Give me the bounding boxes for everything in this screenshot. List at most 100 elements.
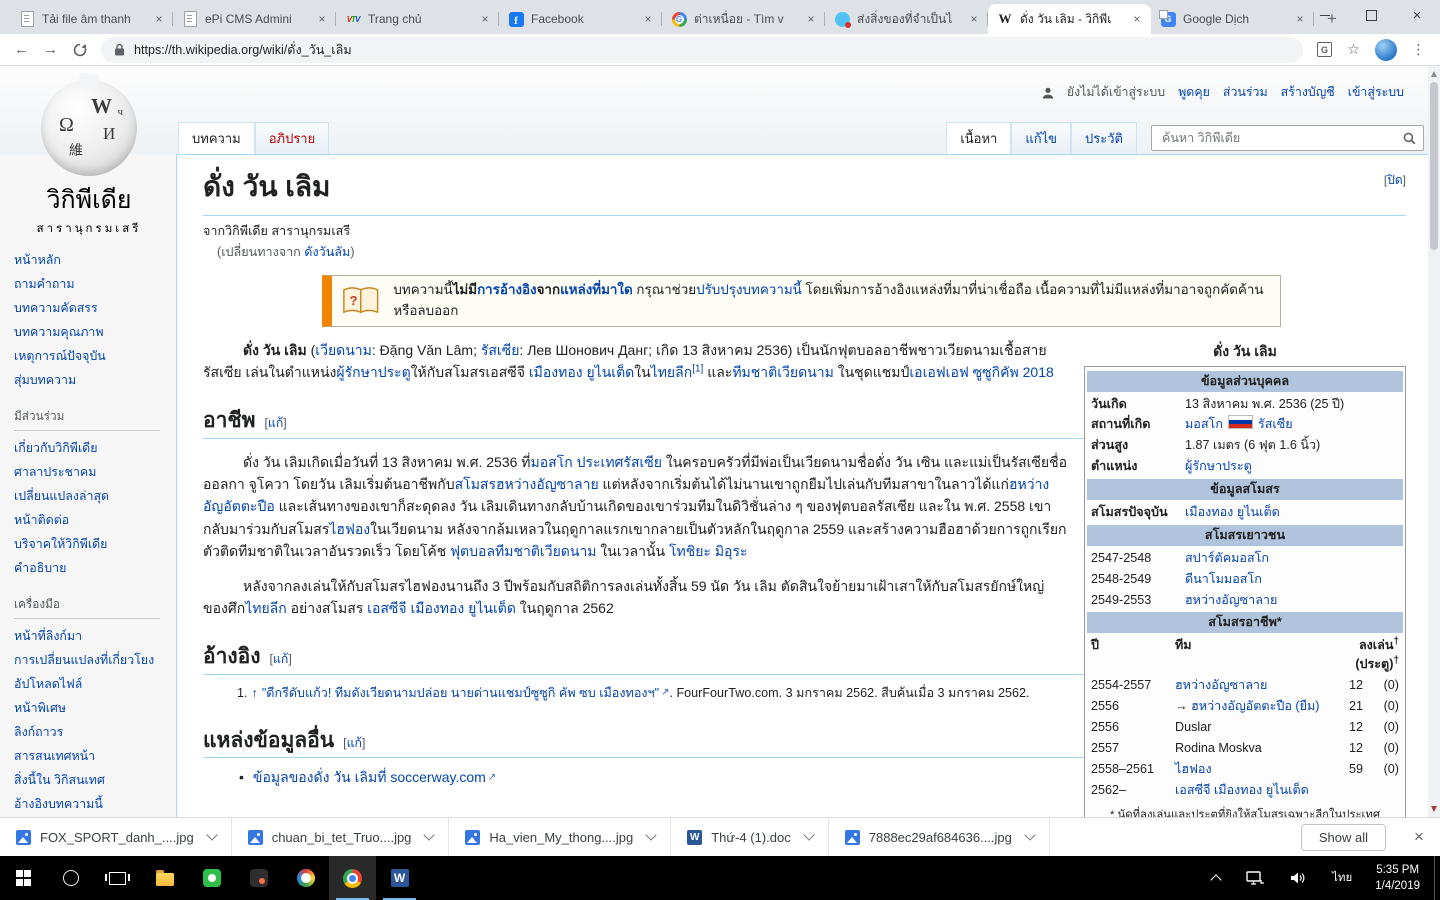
forward-button[interactable]: → bbox=[37, 36, 64, 63]
wiki-link[interactable]: ผู้รักษาประตู bbox=[336, 364, 410, 380]
download-item[interactable]: chuan_bi_tet_Truo....jpg bbox=[232, 818, 450, 856]
show-all-downloads-button[interactable]: Show all bbox=[1301, 824, 1386, 851]
sidebar-link[interactable]: ถามคำถาม bbox=[14, 272, 176, 296]
pinned-app-green-button[interactable] bbox=[188, 856, 235, 900]
browser-tab[interactable]: VTV Trang chủ × bbox=[336, 4, 499, 34]
wiki-link[interactable]: มอสโก bbox=[1185, 417, 1223, 431]
sidebar-link[interactable]: หน้าติดต่อ bbox=[14, 508, 176, 532]
external-ref-link[interactable]: "ดีกรีดับแก้ว! ทีมดังเวียดนามปล่อย นายด่… bbox=[262, 686, 659, 700]
tab-close-icon[interactable]: × bbox=[477, 11, 493, 27]
chevron-down-icon[interactable] bbox=[203, 828, 221, 846]
download-item[interactable]: W Thứ-4 (1).doc bbox=[671, 818, 829, 856]
wiki-link[interactable]: แหล่งที่มาใด bbox=[560, 282, 633, 297]
chevron-down-icon[interactable] bbox=[420, 828, 438, 846]
file-explorer-button[interactable] bbox=[141, 856, 188, 900]
wiki-link[interactable]: ดีนาโมมอสโก bbox=[1185, 572, 1262, 586]
cortana-button[interactable] bbox=[47, 856, 94, 900]
tab-close-icon[interactable]: × bbox=[803, 11, 819, 27]
wiki-link[interactable]: รัสเซีย bbox=[481, 342, 520, 358]
contributions-link[interactable]: ส่วนร่วม bbox=[1223, 83, 1268, 102]
sidebar-link[interactable]: หน้าพิเศษ bbox=[14, 696, 176, 720]
sidebar-link[interactable]: อ้างอิงบทความนี้ bbox=[14, 792, 176, 816]
browser-tab[interactable]: Tải file âm thanh × bbox=[10, 4, 173, 34]
translate-page-icon[interactable]: G bbox=[1311, 36, 1338, 63]
search-box[interactable] bbox=[1151, 125, 1424, 151]
bookmark-star-icon[interactable]: ☆ bbox=[1340, 36, 1367, 63]
address-bar[interactable]: https://th.wikipedia.org/wiki/ดั่ง_วัน_เ… bbox=[101, 37, 1303, 63]
wiki-link[interactable]: ฮหว่างอัญซาลาย bbox=[1175, 678, 1267, 692]
tab-history[interactable]: ประวัติ bbox=[1071, 122, 1137, 154]
edit-section-link[interactable]: แก้ bbox=[268, 416, 283, 430]
wiki-link[interactable]: เอสซีจี เมืองทอง ยูไนเต็ด bbox=[367, 600, 516, 616]
scrollbar-thumb[interactable] bbox=[1430, 82, 1438, 250]
profile-avatar[interactable] bbox=[1375, 39, 1397, 61]
sidebar-link[interactable]: บทความคุณภาพ bbox=[14, 320, 176, 344]
search-input[interactable] bbox=[1160, 130, 1403, 146]
browser-tab[interactable]: ส่งสิ่งของที่จำเป็นไ × bbox=[825, 4, 988, 34]
download-item[interactable]: Ha_vien_My_thong....jpg bbox=[449, 818, 671, 856]
browser-tab[interactable]: ต่าเหนื่อย - Tìm v × bbox=[662, 4, 825, 34]
browser-tab[interactable]: G Google Dịch × bbox=[1151, 4, 1314, 34]
network-tray-button[interactable] bbox=[1233, 856, 1277, 900]
tab-discussion[interactable]: อภิปราย bbox=[255, 122, 330, 154]
wiki-link[interactable]: ฟุตบอลทีมชาติเวียดนาม bbox=[450, 543, 596, 559]
wiki-link[interactable]: ไฮฟอง bbox=[1175, 762, 1212, 776]
wiki-link[interactable]: เมืองทอง ยูไนเต็ด bbox=[1185, 505, 1280, 519]
pinned-app-dark-button[interactable] bbox=[235, 856, 282, 900]
browser-tab-active[interactable]: W ดั่ง วัน เลิม - วิกิพีเ × bbox=[988, 4, 1151, 34]
wiki-link[interactable]: ฮหว่างอัญอัตตะปือ (ยืม) bbox=[1191, 699, 1319, 713]
browser-tab[interactable]: ePi CMS Admini × bbox=[173, 4, 336, 34]
sidebar-link[interactable]: คำอธิบาย bbox=[14, 556, 176, 580]
wiki-link[interactable]: ไฮฟอง bbox=[329, 521, 370, 537]
scroll-up-arrow-icon[interactable] bbox=[1431, 71, 1437, 77]
wiki-link[interactable]: เมืองทอง ยูไนเต็ด bbox=[529, 364, 634, 380]
wiki-link[interactable]: ทีมชาติเวียดนาม bbox=[732, 364, 834, 380]
talk-link[interactable]: พูดคุย bbox=[1178, 83, 1210, 102]
start-button[interactable] bbox=[0, 856, 47, 900]
sidebar-link[interactable]: เกี่ยวกับวิกิพีเดีย bbox=[14, 436, 176, 460]
close-downloads-bar-icon[interactable]: × bbox=[1398, 827, 1440, 847]
tab-close-icon[interactable]: × bbox=[314, 11, 330, 27]
sidebar-link[interactable]: อัปโหลดไฟล์ bbox=[14, 672, 176, 696]
create-account-link[interactable]: สร้างบัญชี bbox=[1281, 83, 1335, 102]
close-notice-link[interactable]: ปิด bbox=[1387, 173, 1402, 187]
wiki-link[interactable]: ไทยลีก bbox=[651, 364, 693, 380]
wiki-link[interactable]: มอสโก bbox=[531, 454, 573, 470]
wiki-link[interactable]: การอ้างอิง bbox=[477, 282, 537, 297]
sidebar-link[interactable]: สิ่งนี้ใน วิกิสนเทศ bbox=[14, 768, 176, 792]
tab-close-icon[interactable]: × bbox=[966, 11, 982, 27]
language-indicator[interactable]: ไทย bbox=[1319, 856, 1365, 900]
wiki-link[interactable]: โทชิยะ มิอุระ bbox=[669, 543, 748, 559]
browser-menu-icon[interactable]: ⋮ bbox=[1405, 36, 1432, 63]
chevron-down-icon[interactable] bbox=[642, 828, 660, 846]
sidebar-link[interactable]: ลิงก์ถาวร bbox=[14, 720, 176, 744]
sidebar-link[interactable]: ศาลาประชาคม bbox=[14, 460, 176, 484]
sidebar-link[interactable]: เปลี่ยนแปลงล่าสุด bbox=[14, 484, 176, 508]
wikipedia-logo[interactable]: ΩWИ維ч วิกิพีเดีย สารานุกรมเสรี bbox=[14, 80, 164, 238]
wiki-link[interactable]: ปรับปรุงบทความนี้ bbox=[696, 282, 802, 297]
sidebar-link[interactable]: เหตุการณ์ปัจจุบัน bbox=[14, 344, 176, 368]
taskbar-clock[interactable]: 5:35 PM 1/4/2019 bbox=[1365, 862, 1430, 894]
sidebar-link[interactable]: สุ่มบทความ bbox=[14, 368, 176, 392]
edit-section-link[interactable]: แก้ bbox=[273, 652, 288, 666]
close-window-button[interactable]: × bbox=[1394, 0, 1440, 30]
maximize-button[interactable] bbox=[1348, 0, 1394, 30]
chevron-down-icon[interactable] bbox=[800, 828, 818, 846]
wiki-link[interactable]: รัสเซีย bbox=[1258, 417, 1293, 431]
word-taskbar-button[interactable]: W bbox=[376, 856, 423, 900]
wiki-link[interactable]: เอสซีจี เมืองทอง ยูไนเต็ด bbox=[1175, 783, 1309, 797]
tab-edit[interactable]: แก้ไข bbox=[1011, 122, 1071, 154]
download-item[interactable]: 7888ec29af684636....jpg bbox=[829, 818, 1050, 856]
edit-section-link[interactable]: แก้ bbox=[347, 736, 362, 750]
sidebar-link[interactable]: บริจาคให้วิกิพีเดีย bbox=[14, 532, 176, 556]
task-view-button[interactable] bbox=[94, 856, 141, 900]
sidebar-link[interactable]: บทความคัดสรร bbox=[14, 296, 176, 320]
back-button[interactable]: ← bbox=[8, 36, 35, 63]
tray-chevron-up-button[interactable] bbox=[1199, 856, 1233, 900]
pinned-app-ring-button[interactable] bbox=[282, 856, 329, 900]
soccerway-link[interactable]: ข้อมูลของดั่ง วัน เลิมที่ soccerway.com bbox=[253, 769, 486, 785]
scroll-down-arrow-icon[interactable] bbox=[1431, 806, 1437, 812]
sidebar-link[interactable]: การเปลี่ยนแปลงที่เกี่ยวโยง bbox=[14, 648, 176, 672]
sidebar-link[interactable]: หน้าที่ลิงก์มา bbox=[14, 624, 176, 648]
sidebar-link[interactable]: หน้าหลัก bbox=[14, 248, 176, 272]
